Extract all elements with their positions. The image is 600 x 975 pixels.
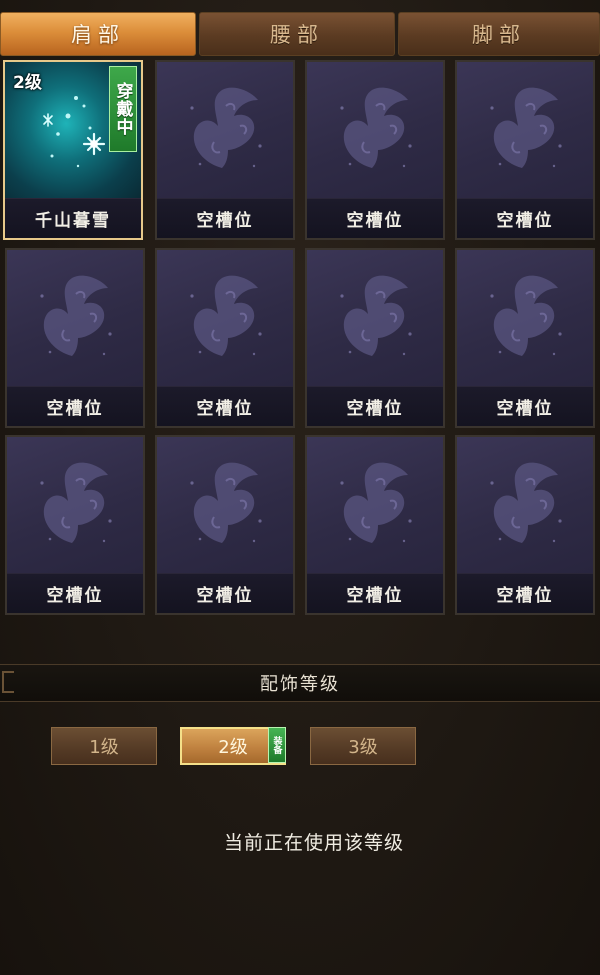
butterfly-icon — [7, 437, 143, 574]
slot-name: 空槽位 — [457, 386, 593, 426]
slot-empty[interactable]: 空槽位 — [155, 248, 295, 428]
level-section-header: 配饰等级 — [0, 664, 600, 702]
slot-empty[interactable]: 空槽位 — [305, 248, 445, 428]
slot-equipped[interactable]: 2级 穿戴中 千山暮雪 — [3, 60, 143, 240]
tab-shoulder[interactable]: 肩部 — [0, 12, 196, 56]
level-section-title: 配饰等级 — [260, 674, 340, 695]
level-status-text: 当前正在使用该等级 — [223, 832, 404, 854]
slot-empty[interactable]: 空槽位 — [305, 435, 445, 615]
butterfly-icon — [157, 250, 293, 387]
slot-name: 空槽位 — [307, 573, 443, 613]
slot-empty[interactable]: 空槽位 — [455, 60, 595, 240]
slot-empty[interactable]: 空槽位 — [155, 435, 295, 615]
slot-name: 空槽位 — [307, 198, 443, 238]
butterfly-icon — [307, 62, 443, 199]
butterfly-icon — [457, 437, 593, 574]
slot-empty[interactable]: 空槽位 — [5, 248, 145, 428]
slot-name: 空槽位 — [457, 573, 593, 613]
butterfly-icon — [457, 62, 593, 199]
butterfly-icon — [7, 250, 143, 387]
wearing-status-tag: 穿戴中 — [109, 66, 137, 152]
butterfly-icon — [307, 250, 443, 387]
slot-empty[interactable]: 空槽位 — [305, 60, 445, 240]
slot-name: 空槽位 — [157, 198, 293, 238]
level-1-button[interactable]: 1级 — [51, 727, 157, 765]
slot-name: 空槽位 — [7, 386, 143, 426]
slot-name: 空槽位 — [307, 386, 443, 426]
butterfly-icon — [307, 437, 443, 574]
slot-empty[interactable]: 空槽位 — [5, 435, 145, 615]
slot-level-tag: 2级 — [13, 73, 42, 93]
butterfly-icon — [457, 250, 593, 387]
equipped-badge: 装备 — [268, 727, 286, 763]
level-3-button[interactable]: 3级 — [310, 727, 416, 765]
slot-name: 空槽位 — [157, 573, 293, 613]
slot-name: 空槽位 — [7, 573, 143, 613]
slot-name: 空槽位 — [457, 198, 593, 238]
tab-waist[interactable]: 腰部 — [199, 12, 395, 56]
slot-empty[interactable]: 空槽位 — [455, 248, 595, 428]
slot-empty[interactable]: 空槽位 — [155, 60, 295, 240]
butterfly-icon — [157, 437, 293, 574]
tab-feet[interactable]: 脚部 — [398, 12, 600, 56]
slot-name: 千山暮雪 — [5, 198, 141, 238]
accessory-panel: 肩部 腰部 脚部 2级 穿戴中 千山暮雪 空槽位 空槽位 空槽位 空槽位 空槽位… — [0, 0, 600, 975]
slot-empty[interactable]: 空槽位 — [455, 435, 595, 615]
slot-name: 空槽位 — [157, 386, 293, 426]
butterfly-icon — [157, 62, 293, 199]
category-tabs: 肩部 腰部 脚部 — [0, 12, 600, 58]
